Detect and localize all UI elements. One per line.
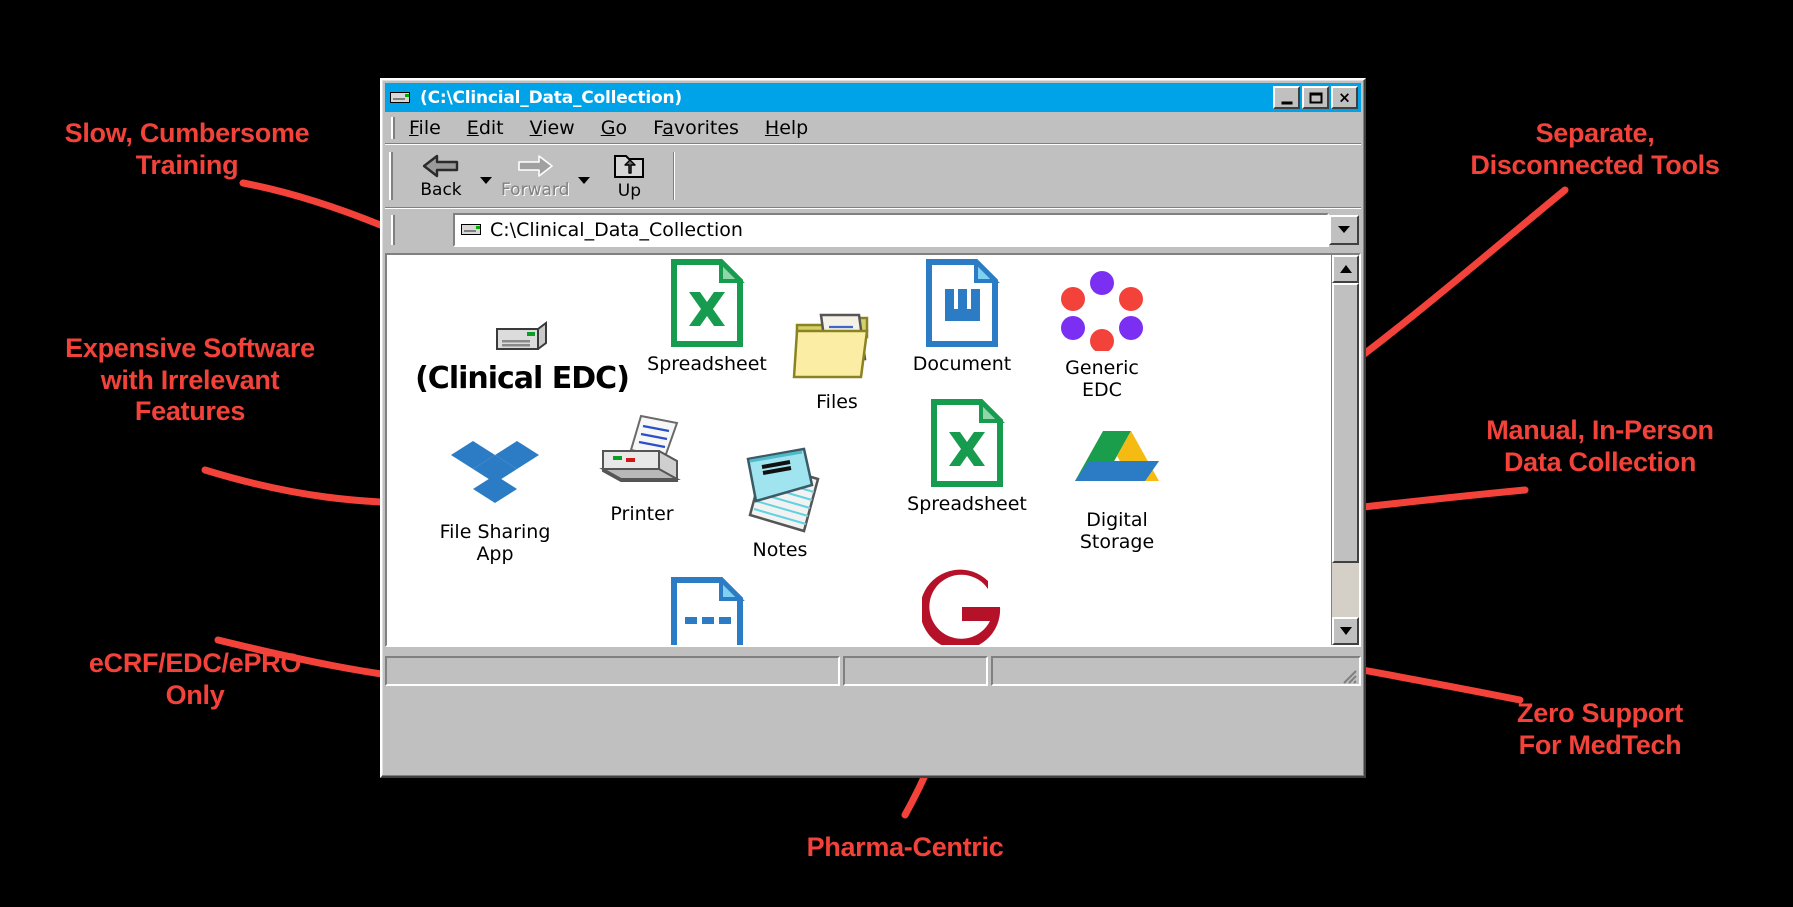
annotation-separate-tools: Separate, Disconnected Tools xyxy=(1470,118,1720,180)
dot-ring-icon xyxy=(1027,271,1177,351)
scroll-down-button[interactable] xyxy=(1332,617,1359,645)
scroll-up-button[interactable] xyxy=(1332,255,1359,283)
forward-dropdown-button[interactable] xyxy=(575,147,593,205)
excel-spreadsheet-icon xyxy=(892,399,1042,487)
toolbar-separator xyxy=(673,152,676,200)
window-titlebar[interactable]: (C:\Clincial_Data_Collection) × xyxy=(385,83,1361,112)
list-item[interactable] xyxy=(632,577,782,645)
dropbox-icon xyxy=(420,435,570,515)
window-controls: × xyxy=(1273,86,1358,109)
list-item[interactable]: Notes xyxy=(705,447,855,561)
scrollbar-track[interactable] xyxy=(1332,283,1359,617)
list-item[interactable]: File Sharing App xyxy=(420,435,570,566)
chevron-down-icon xyxy=(578,176,591,184)
list-item-label: Spreadsheet xyxy=(907,493,1027,515)
list-item[interactable]: Printer xyxy=(567,414,717,525)
menu-item-edit[interactable]: Edit xyxy=(467,117,504,139)
back-arrow-icon xyxy=(422,154,459,177)
status-panel-1 xyxy=(385,656,840,686)
annotation-pharma-centric: Pharma-Centric xyxy=(806,832,1004,862)
menu-item-view[interactable]: View xyxy=(530,117,575,139)
blue-document-icon xyxy=(632,577,782,645)
notepad-icon xyxy=(705,447,855,533)
google-drive-icon xyxy=(1042,423,1192,503)
address-input[interactable]: C:\Clinical_Data_Collection xyxy=(453,212,1329,247)
navigation-toolbar: Back Forward Up xyxy=(385,144,1361,208)
list-item[interactable]: Document xyxy=(887,259,1037,375)
triangle-down-icon xyxy=(1339,627,1352,635)
list-item-label: Notes xyxy=(752,539,808,561)
word-document-icon xyxy=(887,259,1037,347)
excel-spreadsheet-icon xyxy=(632,259,782,347)
list-item[interactable]: Digital Storage xyxy=(1042,423,1192,554)
up-button[interactable]: Up xyxy=(593,147,665,205)
list-item[interactable]: (Clinical EDC) xyxy=(397,275,647,396)
chevron-down-icon xyxy=(480,176,492,184)
menu-item-help-label: elp xyxy=(779,116,809,139)
triangle-up-icon xyxy=(1339,265,1352,273)
resize-grip-icon[interactable] xyxy=(1339,666,1357,684)
menu-item-edit-label: dit xyxy=(478,116,504,139)
annotation-slow-training: Slow, Cumbersome Training xyxy=(64,118,310,180)
forward-button-label: Forward xyxy=(501,179,570,200)
maximize-button[interactable] xyxy=(1302,86,1329,109)
back-dropdown-button[interactable] xyxy=(477,147,495,205)
drive-icon xyxy=(397,275,647,355)
drive-icon xyxy=(390,90,412,105)
list-item[interactable]: Spreadsheet xyxy=(892,399,1042,515)
status-panel-3 xyxy=(991,656,1361,686)
address-bar: C:\Clinical_Data_Collection xyxy=(385,208,1361,250)
status-bar xyxy=(385,652,1361,690)
back-button[interactable]: Back xyxy=(405,147,477,205)
file-list-pane: (Clinical EDC) Spreadsheet Files Documen… xyxy=(385,253,1361,647)
toolbar-grip[interactable] xyxy=(389,152,393,200)
vertical-scrollbar[interactable] xyxy=(1331,255,1359,645)
list-item-label: Spreadsheet xyxy=(647,353,767,375)
menu-item-view-label: iew xyxy=(542,116,575,139)
menu-item-go[interactable]: Go xyxy=(601,117,627,139)
address-value: C:\Clinical_Data_Collection xyxy=(490,218,743,241)
menu-item-favorites[interactable]: Favorites xyxy=(653,117,739,139)
up-folder-icon xyxy=(614,154,645,178)
menu-bar: File Edit View Go Favorites Help xyxy=(385,112,1361,144)
close-icon: × xyxy=(1338,88,1351,106)
google-g-icon xyxy=(887,569,1037,645)
up-button-label: Up xyxy=(617,180,641,201)
annotation-expensive-software: Expensive Software with Irrelevant Featu… xyxy=(65,333,315,427)
menu-item-go-label: o xyxy=(615,116,628,139)
list-item-label: Printer xyxy=(610,503,674,525)
menu-item-help[interactable]: Help xyxy=(765,117,808,139)
list-item-label: Generic EDC xyxy=(1065,357,1139,402)
printer-icon xyxy=(567,414,717,497)
chevron-down-icon xyxy=(1338,226,1350,233)
list-item-label: Files xyxy=(816,391,858,413)
address-dropdown-button[interactable] xyxy=(1329,214,1359,245)
explorer-window: (C:\Clincial_Data_Collection) × File Edi… xyxy=(380,78,1366,778)
forward-button[interactable]: Forward xyxy=(495,147,575,205)
list-item[interactable]: Generic EDC xyxy=(1027,271,1177,402)
window-title: (C:\Clincial_Data_Collection) xyxy=(420,87,682,108)
drive-icon xyxy=(461,222,483,237)
menubar-grip[interactable] xyxy=(391,116,395,139)
list-item[interactable] xyxy=(887,569,1037,645)
scrollbar-thumb[interactable] xyxy=(1332,283,1359,563)
menu-item-file[interactable]: File xyxy=(409,117,441,139)
list-item-label: Document xyxy=(912,353,1012,375)
menu-item-favorites-label: vorites xyxy=(673,116,739,139)
annotation-manual-collection: Manual, In-Person Data Collection xyxy=(1486,415,1714,477)
addressbar-grip[interactable] xyxy=(391,214,395,245)
list-item-label: Digital Storage xyxy=(1079,509,1155,554)
list-item-label: File Sharing App xyxy=(439,521,551,566)
status-panel-2 xyxy=(843,656,988,686)
annotation-zero-support: Zero Support For MedTech xyxy=(1517,698,1683,760)
list-item-label: (Clinical EDC) xyxy=(415,361,630,396)
close-button[interactable]: × xyxy=(1331,86,1358,109)
annotation-ecrf-only: eCRF/EDC/ePRO Only xyxy=(88,648,302,710)
list-item[interactable]: Spreadsheet xyxy=(632,259,782,375)
minimize-button[interactable] xyxy=(1273,86,1300,109)
forward-arrow-icon xyxy=(518,154,553,177)
menu-item-file-label: ile xyxy=(418,116,441,139)
icons-area: (Clinical EDC) Spreadsheet Files Documen… xyxy=(387,255,1331,645)
back-button-label: Back xyxy=(420,179,462,200)
